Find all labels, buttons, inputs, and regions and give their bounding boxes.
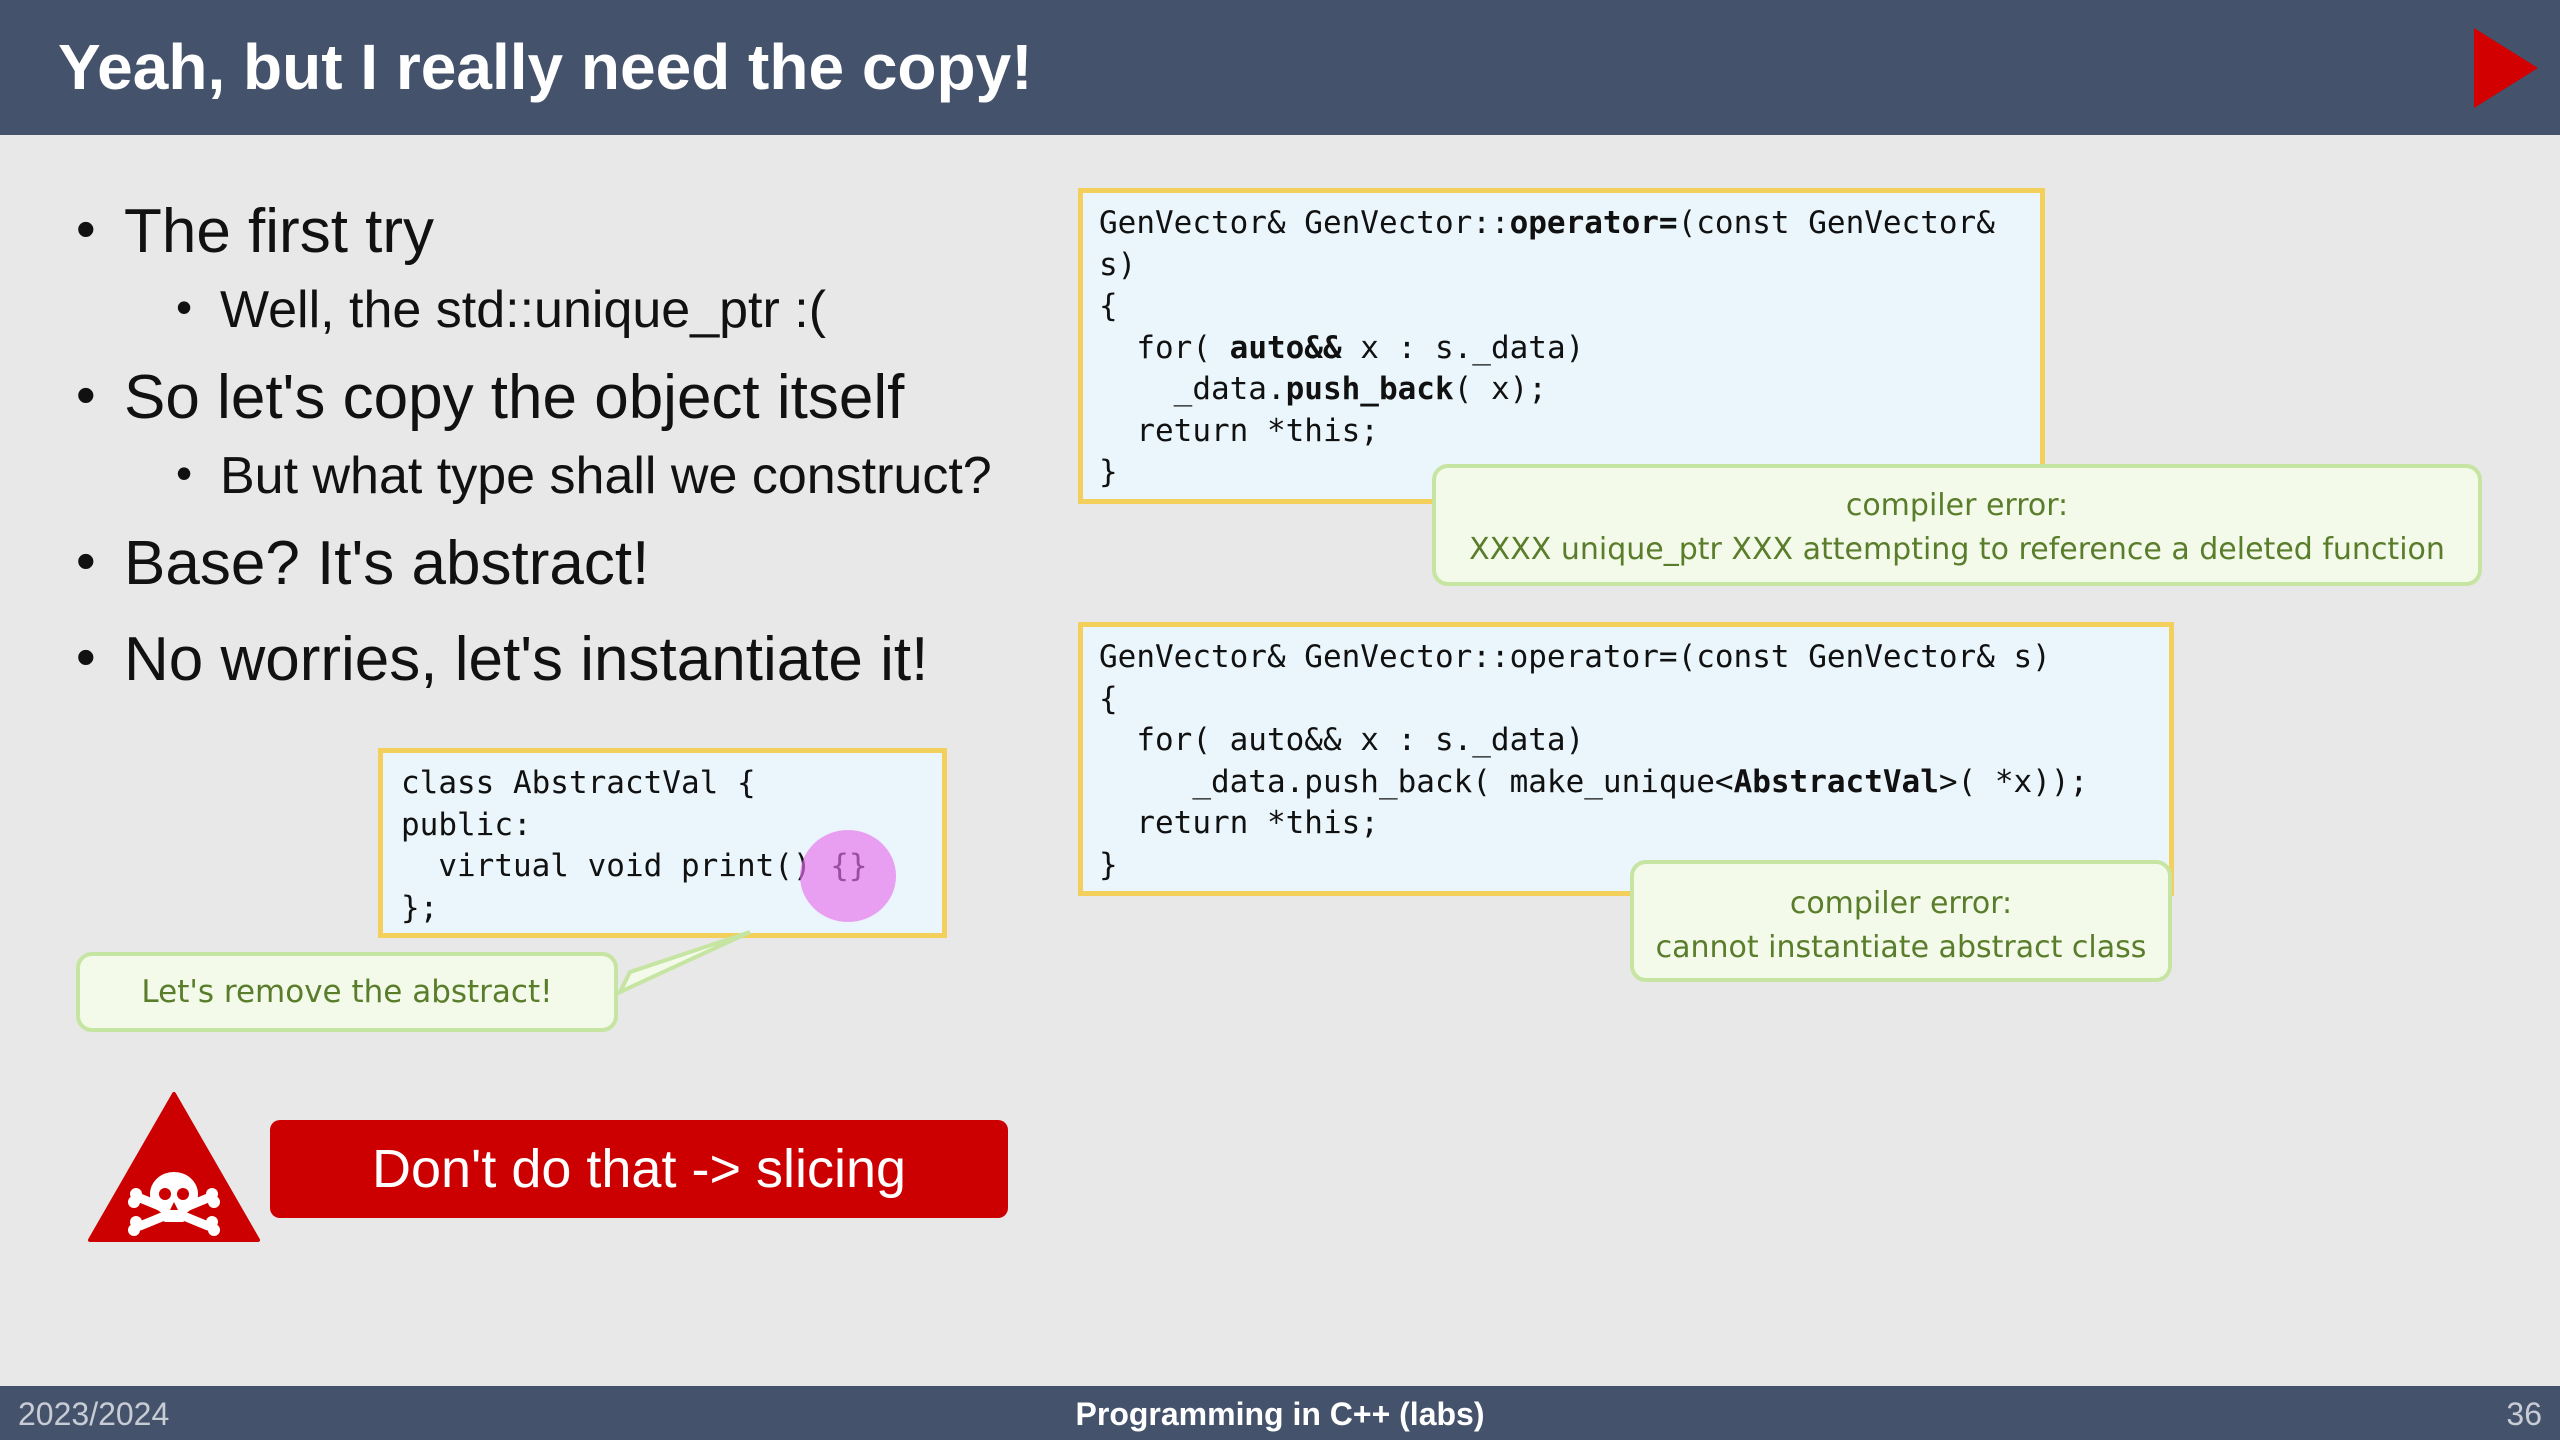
bullet-dot: • <box>176 281 193 333</box>
sub-bullet-item: • But what type shall we construct? <box>176 446 992 506</box>
remove-abstract-callout: Let's remove the abstract! <box>76 952 618 1032</box>
code-line: class AbstractVal { <box>401 765 756 801</box>
bullet-dot: • <box>76 197 96 260</box>
bullet-dot: • <box>76 363 96 426</box>
callout-pointer <box>615 930 751 997</box>
bullet-text: Base? It's abstract! <box>124 529 650 598</box>
sub-bullet-item: • Well, the std::unique_ptr :( <box>176 280 827 340</box>
code-line: s) <box>1099 246 1137 283</box>
bullet-text: No worries, let's instantiate it! <box>124 625 929 694</box>
code-line: return *this; <box>1099 805 1379 841</box>
play-triangle-icon[interactable] <box>2474 28 2538 108</box>
bullet-text: But what type shall we construct? <box>220 447 992 505</box>
bullet-text: Well, the std::unique_ptr :( <box>220 281 827 339</box>
bullet-item: • Base? It's abstract! <box>76 528 650 599</box>
code-block-make-unique: GenVector& GenVector::operator=(const Ge… <box>1078 622 2174 896</box>
callout-message: cannot instantiate abstract class <box>1655 930 2147 965</box>
code-line: _data.push_back( x); <box>1099 371 1547 407</box>
callout-message: XXXX unique_ptr XXX attempting to refere… <box>1469 532 2445 567</box>
code-line: GenVector& GenVector::operator=(const Ge… <box>1099 639 2051 675</box>
code-line: GenVector& GenVector::operator=(const Ge… <box>1099 205 1995 241</box>
bullet-item: • The first try <box>76 196 435 267</box>
bullet-dot: • <box>76 625 96 688</box>
code-block-first-try: GenVector& GenVector::operator=(const Ge… <box>1078 188 2045 504</box>
code-line: { <box>1099 288 1118 324</box>
bullet-dot: • <box>76 529 96 592</box>
callout-title: compiler error: <box>1789 886 2013 921</box>
bullet-list: • The first try • Well, the std::unique_… <box>0 0 1060 740</box>
compiler-error-callout: compiler error: XXXX unique_ptr XXX atte… <box>1432 464 2482 586</box>
warning-banner: Don't do that -> slicing <box>270 1120 1008 1218</box>
footer-course: Programming in C++ (labs) <box>1075 1396 1485 1432</box>
slide: Yeah, but I really need the copy! • The … <box>0 0 2560 1440</box>
callout-title: compiler error: <box>1845 488 2069 523</box>
compiler-error-callout: compiler error: cannot instantiate abstr… <box>1630 860 2172 982</box>
code-line: { <box>1099 680 1118 717</box>
bullet-dot: • <box>176 447 193 499</box>
skull-crossbones-warning-icon <box>88 1092 260 1242</box>
bullet-item: • No worries, let's instantiate it! <box>76 624 929 695</box>
bullet-item: • So let's copy the object itself <box>76 362 905 433</box>
bullet-text: So let's copy the object itself <box>124 363 905 432</box>
footer-bar: 2023/2024 Programming in C++ (labs) 36 <box>0 1386 2560 1440</box>
code-line: for( auto&& x : s._data) <box>1099 329 1585 366</box>
highlight-marker <box>800 830 896 922</box>
callout-message: Let's remove the abstract! <box>141 974 553 1010</box>
code-line: _data.push_back( make_unique<AbstractVal… <box>1099 763 2089 800</box>
bullet-text: The first try <box>124 197 435 266</box>
page-number: 36 <box>2506 1396 2542 1432</box>
code-line: for( auto&& x : s._data) <box>1099 722 1585 758</box>
code-line: return *this; <box>1099 412 1379 449</box>
